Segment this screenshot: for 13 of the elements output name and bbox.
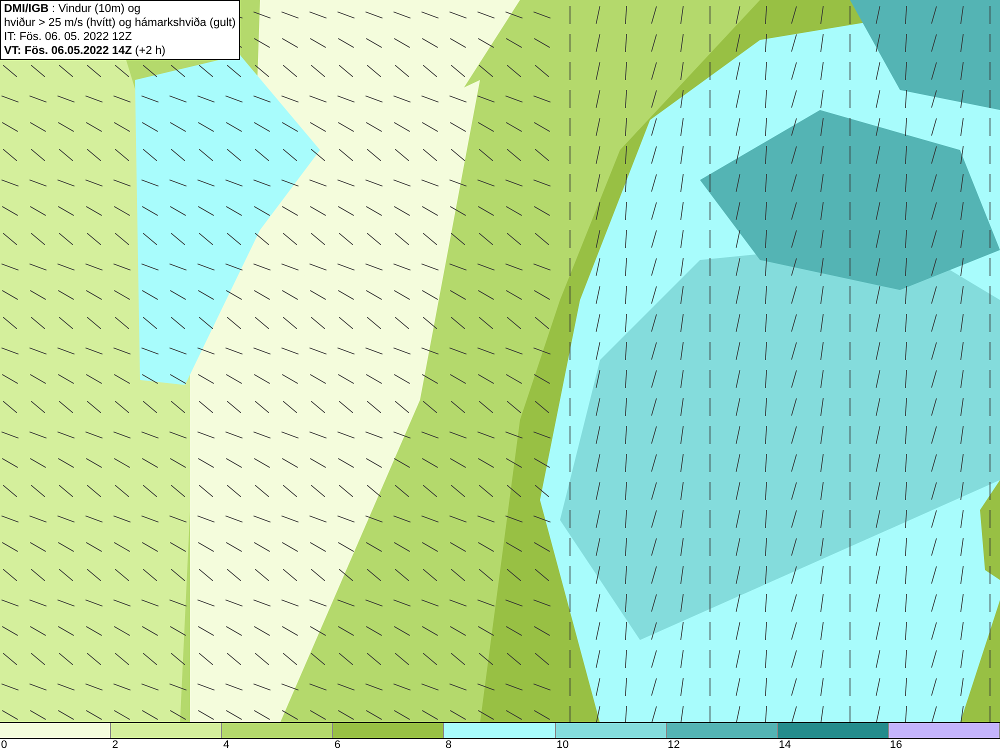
legend-tick-label: 0	[1, 739, 8, 752]
legend-tick-label: 16	[890, 739, 902, 752]
legend-tick-label: 2	[112, 739, 118, 752]
info-text: IT: Fös. 06. 05. 2022 12Z	[4, 30, 133, 44]
info-text: DMI/IGB : Vindur (10m) og	[4, 2, 142, 16]
legend-tick-label: 6	[334, 739, 340, 752]
legend-tick-label: 12	[668, 739, 680, 752]
legend-tick-label: 10	[556, 739, 569, 752]
legend-tick-label: 4	[223, 739, 230, 752]
legend-tick-label: 14	[778, 739, 792, 752]
info-text: hviður > 25 m/s (hvítt) og hámarkshviða (gult)	[4, 16, 236, 30]
legend-tick-label: 8	[445, 739, 452, 752]
info-text: VT: Fös. 06.05.2022 14Z (+2 h)	[4, 44, 166, 58]
